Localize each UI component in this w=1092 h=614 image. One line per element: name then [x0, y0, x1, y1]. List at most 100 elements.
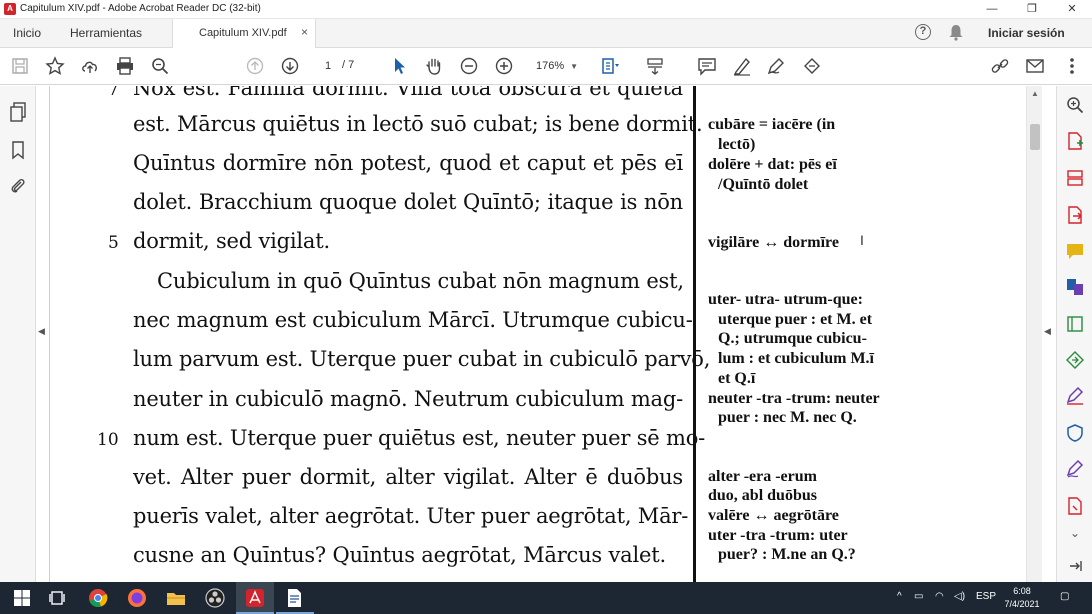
window-title: Capitulum XIV.pdf - Adobe Acrobat Reader… — [20, 3, 261, 14]
line-number: 10 — [97, 430, 119, 450]
zoom-in-icon[interactable] — [494, 56, 514, 76]
protect-shield-icon[interactable] — [1065, 423, 1085, 443]
acrobat-app-icon: A — [4, 3, 16, 15]
collapse-left-pane-icon[interactable]: ◀ — [38, 326, 45, 337]
fill-sign-icon[interactable] — [1065, 386, 1085, 406]
print-icon[interactable] — [115, 56, 135, 76]
scroll-up-icon[interactable]: ▲ — [1031, 89, 1039, 98]
battery-icon[interactable]: ▭ — [914, 591, 923, 602]
volume-icon[interactable]: ◁) — [954, 591, 965, 602]
select-cursor-icon[interactable] — [390, 56, 410, 76]
hand-tool-icon[interactable] — [424, 56, 444, 76]
restore-button[interactable]: ❐ — [1012, 0, 1052, 19]
marginal-note-line: et Q.ī — [718, 370, 756, 387]
wifi-icon[interactable]: ◠ — [935, 591, 944, 602]
column-divider — [693, 86, 696, 582]
sign-in-button[interactable]: Iniciar sesión — [988, 26, 1065, 40]
edit-pdf-icon[interactable] — [1065, 314, 1085, 334]
upload-cloud-icon[interactable] — [80, 56, 100, 76]
page-thumbnails-icon[interactable] — [9, 102, 27, 122]
bookmarks-icon[interactable] — [9, 140, 27, 160]
draw-pen-icon[interactable] — [766, 56, 786, 76]
highlight-pen-icon[interactable] — [732, 56, 752, 76]
text-line: neuter in cubiculō magnō. Neutrum cubicu… — [133, 387, 683, 411]
save-icon[interactable] — [10, 56, 30, 76]
text-line: dolet. Bracchium quoque dolet Quīntō; it… — [133, 190, 683, 214]
zoom-search-icon[interactable] — [1065, 95, 1085, 115]
share-link-icon[interactable] — [990, 56, 1010, 76]
firefox-icon[interactable] — [127, 588, 147, 608]
scrollbar-thumb[interactable] — [1030, 124, 1040, 150]
comment-icon[interactable] — [697, 56, 717, 76]
text-line: puerīs valet, alter aegrōtat. Uter puer … — [133, 504, 689, 528]
marginal-note-line: uter -tra -trum: uter — [708, 527, 848, 544]
close-tab-icon[interactable]: × — [301, 25, 308, 39]
acrobat-window: A Capitulum XIV.pdf - Adobe Acrobat Read… — [0, 0, 1092, 614]
windows-taskbar: ^ ▭ ◠ ◁) ESP 6:08 7/4/2021 ▢ — [0, 582, 1092, 614]
vertical-scrollbar[interactable]: ▲ — [1026, 86, 1042, 582]
notification-bell-icon[interactable] — [948, 24, 964, 41]
zoom-level-dropdown[interactable]: 176% ▼ — [528, 57, 584, 76]
tab-home[interactable]: Inicio — [13, 26, 41, 40]
attachments-paperclip-icon[interactable] — [9, 176, 27, 196]
input-language[interactable]: ESP — [976, 591, 996, 602]
zoom-level-value: 176% — [536, 60, 565, 72]
line-number: 5 — [108, 233, 119, 253]
text-line: num est. Uterque puer quiētus est, neute… — [133, 426, 706, 450]
windows-start-icon[interactable] — [12, 588, 32, 608]
line-number: 7 — [108, 86, 119, 100]
marginal-note-line: vigilāre ↔ dormīre — [708, 234, 839, 251]
marginal-note-line: alter -era -erum — [708, 468, 817, 485]
tray-overflow-chevron-icon[interactable]: ^ — [897, 591, 902, 602]
tab-tools[interactable]: Herramientas — [70, 26, 142, 40]
send-for-review-icon[interactable] — [1065, 350, 1085, 370]
marginal-note-line: cubāre = iacēre (in — [708, 116, 836, 133]
marginal-note-line: dolēre + dat: pēs eī — [708, 156, 837, 173]
signature-pen-icon[interactable] — [1065, 459, 1085, 479]
marginal-note-line: lum : et cubiculum M.ī — [718, 350, 874, 367]
collapse-tools-icon[interactable] — [1065, 556, 1085, 576]
export-pdf-icon[interactable] — [1065, 205, 1085, 225]
document-page: Nox est. Familia dormit. Villa tota obsc… — [50, 86, 1026, 582]
chevron-down-icon: ▼ — [570, 62, 578, 71]
toolbar: 1 / 7 176% ▼ — [0, 48, 1092, 85]
marginal-note-line: uterque puer : et M. et — [718, 311, 873, 328]
combine-files-icon[interactable] — [1065, 277, 1085, 297]
text-line: Cubiculum in quō Quīntus cubat nōn magnu… — [157, 269, 684, 293]
search-icon[interactable] — [150, 56, 170, 76]
file-explorer-icon[interactable] — [166, 588, 186, 608]
notifications-icon[interactable]: ▢ — [1060, 591, 1069, 602]
scroll-mode-icon[interactable] — [645, 56, 665, 76]
page-fit-icon[interactable] — [600, 56, 620, 76]
chevron-down-icon[interactable]: ⌄ — [1065, 526, 1085, 542]
system-clock[interactable]: 6:08 7/4/2021 — [1002, 585, 1042, 611]
tab-document[interactable]: Capitulum XIV.pdf × — [172, 19, 316, 48]
collapse-right-pane-icon[interactable]: ◀ — [1044, 326, 1051, 337]
next-page-icon[interactable] — [280, 56, 300, 76]
help-icon[interactable]: ? — [915, 24, 931, 40]
sign-icon[interactable] — [802, 56, 822, 76]
zoom-out-icon[interactable] — [459, 56, 479, 76]
marginal-note-line: lectō) — [718, 136, 756, 153]
close-button[interactable]: ✕ — [1052, 0, 1092, 19]
document-tab-label: Capitulum XIV.pdf — [199, 27, 287, 39]
word-document-icon[interactable] — [284, 588, 304, 608]
acrobat-reader-icon[interactable] — [245, 588, 265, 608]
previous-page-icon[interactable] — [245, 56, 265, 76]
more-tools-icon[interactable] — [1065, 496, 1085, 516]
current-page-input[interactable]: 1 — [314, 57, 342, 76]
more-options-icon[interactable] — [1062, 56, 1082, 76]
email-icon[interactable] — [1025, 56, 1045, 76]
marginal-note-line: uter- utra- utrum-que: — [708, 291, 863, 308]
text-line: est. Mārcus quiētus in lectō suō cubat; … — [133, 112, 703, 136]
create-pdf-icon[interactable] — [1065, 131, 1085, 151]
comment-tool-icon[interactable] — [1065, 241, 1085, 261]
obs-studio-icon[interactable] — [205, 588, 225, 608]
chrome-icon[interactable] — [88, 588, 108, 608]
minimize-button[interactable]: — — [972, 0, 1012, 19]
bookmark-star-icon[interactable] — [45, 56, 65, 76]
marginal-note-line: /Quīntō dolet — [718, 176, 809, 193]
task-view-icon[interactable] — [48, 588, 68, 608]
text-line: lum parvum est. Uterque puer cubat in cu… — [133, 347, 711, 371]
organize-pages-icon[interactable] — [1065, 168, 1085, 188]
